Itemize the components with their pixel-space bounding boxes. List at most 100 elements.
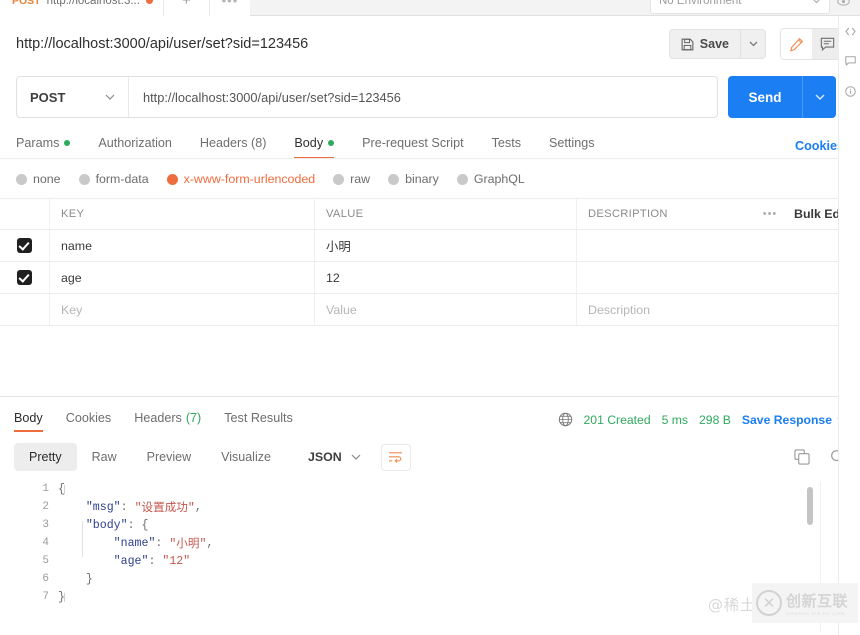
row-value-cell[interactable]: 小明 [315,230,577,261]
body-type-none[interactable]: none [16,172,61,186]
body-type-options: none form-data x-www-form-urlencoded raw… [16,166,543,192]
checkbox-checked-icon[interactable] [17,270,32,285]
code-token: : { [127,518,149,532]
row-value-cell[interactable]: 12 [315,262,577,293]
header-key-cell: KEY [50,199,315,229]
row-description-cell[interactable] [577,262,860,293]
save-button[interactable]: Save [668,29,740,59]
view-mode-raw[interactable]: Raw [77,443,132,471]
row-value-value: 小明 [326,239,351,254]
line-number: 6 [42,573,49,585]
code-snippet-icon[interactable] [839,16,860,46]
request-action-icons [780,28,844,60]
tab-body[interactable]: Body [294,128,348,159]
new-tab-button[interactable]: + [163,0,210,16]
line-number: 2 [42,501,49,513]
tab-headers[interactable]: Headers (8) [200,128,281,158]
environment-quick-look-icon[interactable] [830,0,856,6]
request-tab-method: POST [12,0,41,7]
comment-icon [820,37,835,51]
checkbox-checked-icon[interactable] [17,238,32,253]
code-token: "age" [113,554,149,568]
save-button-label: Save [699,37,729,51]
page-title: http://localhost:3000/api/user/set?sid=1… [16,36,309,52]
tab-authorization[interactable]: Authorization [98,128,186,158]
response-tab-cookies[interactable]: Cookies [66,403,112,432]
code-line: "msg": "设置成功", [58,498,860,516]
cookies-link[interactable]: Cookies [795,139,844,153]
tab-settings[interactable]: Settings [549,128,609,158]
row-checkbox-cell[interactable] [0,230,50,261]
response-json-code: { "msg": "设置成功", "body": { "name": "小明",… [58,480,860,606]
tab-params[interactable]: Params [16,128,84,158]
response-tab-body[interactable]: Body [14,403,43,432]
word-wrap-button[interactable] [380,443,411,471]
new-value-input[interactable]: Value [315,294,577,325]
response-tab-test-results[interactable]: Test Results [224,403,293,432]
view-mode-pretty[interactable]: Pretty [14,443,77,471]
body-type-raw[interactable]: raw [333,172,370,186]
tab-tests[interactable]: Tests [492,128,535,158]
chevron-down-icon [812,0,821,4]
info-rail-icon[interactable] [839,76,860,106]
row-value-value: 12 [326,270,340,285]
environment-label: No Environment [659,0,742,7]
new-key-input[interactable]: Key [50,294,315,325]
body-indicator-dot [328,140,335,146]
row-checkbox-cell[interactable] [0,262,50,293]
method-url-group: POST http://localhost:3000/api/user/set?… [16,76,718,118]
save-options-dropdown[interactable] [740,29,766,59]
body-type-binary[interactable]: binary [388,172,439,186]
code-token: } [58,572,93,586]
send-button[interactable]: Send [728,76,802,118]
watermark-brand-text: 创新互联 CHUANG XIN HU LIAN [786,590,848,616]
edit-request-button[interactable] [781,29,812,59]
tab-settings-label: Settings [549,136,595,150]
code-line: "age": "12" [58,552,860,570]
code-line: "name": "小明", [58,534,860,552]
send-options-dropdown[interactable] [802,76,836,118]
row-checkbox-cell-empty[interactable] [0,294,50,325]
more-tabs-icon[interactable]: ••• [209,0,250,16]
row-key-value: age [61,270,82,285]
tab-pre-request-script[interactable]: Pre-request Script [362,128,478,158]
comments-rail-icon[interactable] [839,46,860,76]
body-type-graphql[interactable]: GraphQL [456,172,525,186]
tab-tests-label: Tests [491,136,522,150]
url-input[interactable]: http://localhost:3000/api/user/set?sid=1… [129,77,717,117]
response-tab-headers-label: Headers [134,410,182,425]
word-wrap-icon [388,451,403,463]
view-mode-visualize[interactable]: Visualize [206,443,286,471]
environment-selector[interactable]: No Environment [650,0,830,14]
http-method-selector[interactable]: POST [17,77,129,117]
floppy-disk-icon [681,38,694,51]
response-scrollbar-thumb[interactable] [807,487,813,525]
request-tab-title: http://localhost:3... [46,0,140,7]
watermark-brand-cn: 创新互联 [786,592,849,610]
row-key-cell[interactable]: age [50,262,315,293]
new-description-input[interactable]: Description [577,294,860,325]
code-token: "12" [162,554,191,568]
body-type-urlencoded[interactable]: x-www-form-urlencoded [166,172,315,186]
view-mode-preview[interactable]: Preview [132,443,206,471]
table-row[interactable]: name 小明 [0,230,860,262]
body-type-form-data[interactable]: form-data [78,172,149,186]
response-format-selector[interactable]: JSON [298,443,371,471]
table-row-empty[interactable]: Key Value Description [0,294,860,326]
save-response-button[interactable]: Save Response [742,413,846,427]
table-options-icon[interactable]: ••• [746,208,794,220]
copy-icon[interactable] [794,449,810,465]
watermark-logo-icon: ✕ [756,590,782,616]
code-token: : [148,554,163,568]
row-description-cell[interactable] [577,230,860,261]
unsaved-changes-dot [145,0,153,4]
radio-icon [78,173,90,185]
response-status: 201 Created [583,412,651,427]
new-key-placeholder: Key [61,302,83,317]
environment-area: No Environment [650,0,860,16]
row-key-cell[interactable]: name [50,230,315,261]
table-row[interactable]: age 12 [0,262,860,294]
tab-headers-label: Headers (8) [199,136,267,150]
request-tab-active[interactable]: POST http://localhost:3... [0,0,164,16]
response-tab-headers[interactable]: Headers (7) [134,403,201,432]
